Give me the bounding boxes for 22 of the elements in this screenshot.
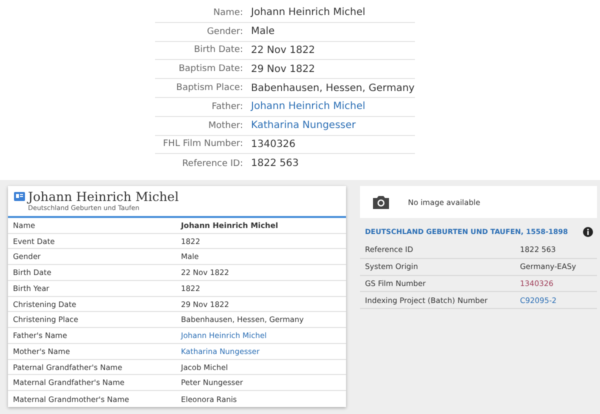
field-label: Name: (212, 8, 243, 18)
field-label: Birth Date: (192, 45, 243, 56)
record-icon (14, 192, 25, 201)
field-label: Gender: (206, 26, 243, 37)
field-value: 29 Nov 1822 (251, 64, 316, 75)
field-value: 1340326 (251, 138, 297, 150)
record-title: Johann Heinrich Michel (28, 189, 179, 204)
field-value: Male (251, 26, 276, 38)
field-label: Mother: (207, 120, 243, 131)
field-label: Reference ID: (181, 158, 243, 169)
camera-icon (372, 195, 390, 209)
field-label: Baptism Date: (178, 64, 243, 74)
field-value: 22 Nov 1822 (251, 44, 316, 56)
field-value: 1822 563 (251, 158, 300, 170)
person-link[interactable]: Katharina Nungesser (251, 120, 415, 132)
field-label: FHL Film Number: (162, 139, 243, 150)
field-value: Babenhausen, Hessen, Germany (251, 82, 415, 94)
info-icon[interactable] (583, 227, 593, 237)
field-value: Johann Heinrich Michel (251, 7, 366, 18)
field-label: Father: (210, 102, 243, 112)
person-link[interactable]: Johann Heinrich Michel (251, 101, 415, 112)
field-label: Baptism Place: (175, 83, 243, 94)
